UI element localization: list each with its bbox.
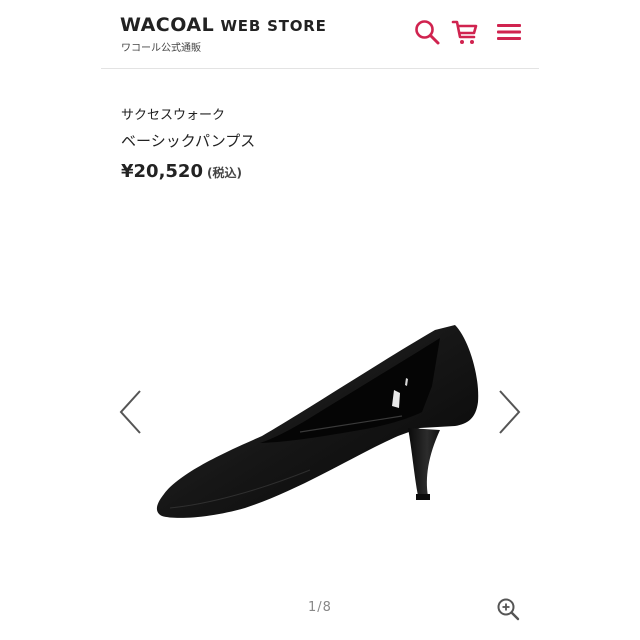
brand-main: WACOAL [120,14,215,36]
cart-icon[interactable] [451,18,479,46]
product-brand[interactable]: サクセスウォーク [121,104,255,123]
store-logo[interactable]: WACOAL WEB STORE [120,14,327,36]
menu-icon[interactable] [495,18,523,46]
chevron-left-icon[interactable] [116,388,146,436]
brand-rest: WEB STORE [220,17,327,35]
product-page: WACOAL WEB STORE ワコール公式通販 サクセスウォーク ベーシック… [0,0,640,640]
search-icon[interactable] [413,18,441,46]
site-header: WACOAL WEB STORE ワコール公式通販 [101,0,539,69]
tax-label: (税込) [206,166,242,180]
zoom-in-icon[interactable] [495,596,521,622]
brand-subtitle: ワコール公式通販 [121,43,201,54]
chevron-right-icon[interactable] [494,388,524,436]
product-image [150,290,490,530]
product-info: サクセスウォーク ベーシックパンプス ¥20,520 (税込) [121,104,255,182]
price-row: ¥20,520 (税込) [121,161,255,182]
image-counter: 1/8 [308,600,332,615]
product-title: ベーシックパンプス [121,132,256,150]
product-price: ¥20,520 [121,161,203,182]
